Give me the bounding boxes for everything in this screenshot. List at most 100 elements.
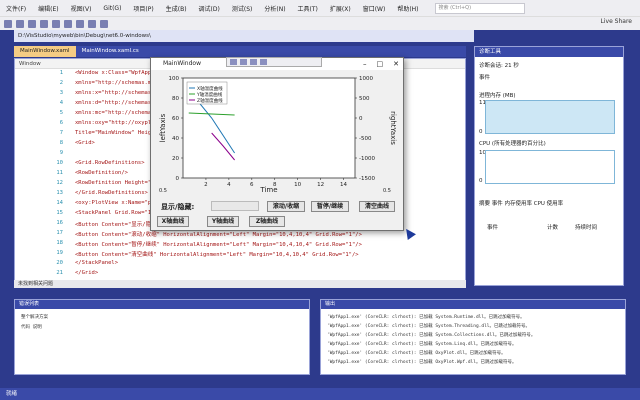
memory-label[interactable]: 进程内存 (MB) [479, 91, 516, 99]
duration-column: 持续时间 [575, 225, 598, 231]
x-curve-button[interactable]: X轴曲线 [157, 216, 189, 227]
menu-analyze[interactable]: 分析(N) [258, 4, 291, 13]
back-icon[interactable] [4, 19, 12, 28]
x-range-left-label: 0.5 [159, 188, 167, 194]
left-axis-title: leftYaxis [159, 113, 167, 142]
save-icon[interactable] [28, 19, 36, 28]
menu-tools[interactable]: 工具(T) [292, 4, 324, 13]
search-input[interactable]: 搜索 (Ctrl+Q) [434, 2, 525, 14]
left-tick-label: 60 [172, 116, 179, 122]
menu-bar: 文件(F) 编辑(E) 视图(V) Git(G) 项目(P) 生成(B) 调试(… [0, 0, 640, 16]
line-number: 20 [56, 260, 63, 266]
left-tick-label: 0 [176, 176, 180, 182]
line-number: 14 [56, 200, 63, 206]
menu-window[interactable]: 窗口(W) [357, 4, 392, 13]
stop-icon[interactable] [88, 19, 96, 28]
right-axis-title: rightYaxis [389, 111, 397, 145]
z-curve-button[interactable]: Z轴曲线 [249, 216, 285, 227]
output-line: 'WpfApp1.exe' (CoreCLR: clrhost): 已加载 Ox… [327, 360, 517, 365]
path-bar: D:\VisStudio\myweb\bin\Debug\net6.0-wind… [14, 30, 474, 42]
y-curve-button[interactable]: Y轴曲线 [207, 216, 239, 227]
maximize-icon[interactable]: □ [377, 58, 384, 70]
restart-icon[interactable] [100, 19, 108, 28]
code-line: <Button Content="暂停/继续" HorizontalAlignm… [75, 242, 362, 248]
right-tick-label: -500 [359, 136, 372, 142]
menu-project[interactable]: 项目(P) [127, 4, 159, 13]
tab-mainwindow-cs[interactable]: MainWindow.xaml.cs [76, 46, 145, 57]
legend-label: Z轴温度曲线 [197, 97, 223, 104]
menu-debug[interactable]: 调试(D) [193, 4, 226, 13]
scroll-shrink-button[interactable]: 滚动/收缩 [267, 201, 305, 212]
output-line: 'WpfApp1.exe' (CoreCLR: clrhost): 已加载 Sy… [327, 315, 525, 320]
left-tick-label: 80 [172, 96, 179, 102]
hot-reload-icon[interactable] [260, 59, 267, 65]
output-title[interactable]: 输出 [321, 300, 625, 309]
show-hide-label: 显示/隐藏: [161, 203, 195, 211]
session-text: 诊断会话: 21 秒 [479, 63, 519, 69]
display-adorners-icon[interactable] [240, 59, 247, 65]
right-tick-label: 500 [359, 96, 370, 102]
line-number: 2 [59, 80, 63, 86]
live-share-button[interactable]: Live Share [601, 18, 632, 25]
menu-test[interactable]: 测试(S) [226, 4, 259, 13]
pause-resume-button[interactable]: 暂停/继续 [311, 201, 349, 212]
output-panel: 输出 'WpfApp1.exe' (CoreCLR: clrhost): 已加载… [320, 299, 626, 375]
menu-view[interactable]: 视图(V) [65, 4, 98, 13]
code-line: </Grid> [75, 270, 99, 276]
app-main-window: MainWindow – □ ✕ 100 80 60 40 20 0 1000 500 0 -50… [150, 57, 404, 231]
clear-curves-button[interactable]: 清空曲线 [359, 201, 395, 212]
pause-icon[interactable] [76, 19, 84, 28]
code-line: <Grid.RowDefinitions> [75, 160, 145, 166]
line-number: 16 [56, 220, 63, 226]
line-number: 3 [59, 90, 63, 96]
error-scope[interactable]: 整个解决方案 [21, 314, 48, 320]
output-line: 'WpfApp1.exe' (CoreCLR: clrhost): 已加载 Sy… [327, 342, 517, 347]
menu-extensions[interactable]: 扩展(X) [324, 4, 357, 13]
left-tick-label: 40 [172, 136, 179, 142]
error-list-title[interactable]: 错误列表 [15, 300, 309, 309]
cpu-label[interactable]: CPU (所有处理器的百分比) [479, 139, 546, 147]
line-number-gutter: 1 2 3 4 5 6 7 8 9 10 11 12 13 14 15 16 17 18 19 20 21 [15, 70, 67, 282]
redo-icon[interactable] [52, 19, 60, 28]
menu-git[interactable]: Git(G) [97, 5, 127, 12]
line-number: 15 [56, 210, 63, 216]
error-list-panel: 错误列表 整个解决方案 代码 说明 [14, 299, 310, 375]
undo-icon[interactable] [40, 19, 48, 28]
track-focus-icon[interactable] [250, 59, 257, 65]
line-number: 11 [56, 170, 63, 176]
menu-file[interactable]: 文件(F) [0, 4, 32, 13]
output-line: 'WpfApp1.exe' (CoreCLR: clrhost): 已加载 Ox… [327, 351, 506, 356]
code-line: <Button Content="清空曲线" HorizontalAlignme… [75, 252, 359, 258]
line-number: 19 [56, 250, 63, 256]
code-line: <RowDefinition/> [75, 170, 128, 176]
forward-icon[interactable] [16, 19, 24, 28]
left-tick-label: 100 [169, 76, 180, 82]
line-number: 10 [56, 160, 63, 166]
menu-edit[interactable]: 编辑(E) [32, 4, 64, 13]
minimize-icon[interactable]: – [363, 58, 367, 70]
menu-help[interactable]: 帮助(H) [391, 4, 424, 13]
x-tick-label: 10 [294, 182, 301, 188]
line-number: 6 [59, 120, 63, 126]
cpu-graph [485, 150, 615, 184]
start-icon[interactable] [64, 19, 72, 28]
tab-mainwindow-xaml[interactable]: MainWindow.xaml [14, 46, 76, 57]
events-label[interactable]: 事件 [479, 73, 490, 81]
x-tick-label: 6 [250, 182, 254, 188]
xaml-debug-toolbar [226, 57, 322, 67]
diagnostic-tabs[interactable]: 摘要 事件 内存使用率 CPU 使用率 [479, 199, 563, 207]
menu-build[interactable]: 生成(B) [160, 4, 193, 13]
close-icon[interactable]: ✕ [393, 58, 399, 70]
editor-status: 未找到相关问题 [14, 280, 466, 288]
plot-view[interactable]: 10080604020010005000-500-1000-15002 4 6 8 10… [157, 74, 397, 194]
select-element-icon[interactable] [230, 59, 237, 65]
count-column: 计数 [547, 225, 559, 231]
code-line: </StackPanel> [75, 260, 119, 266]
show-hide-field[interactable] [211, 201, 259, 211]
legend-label: Y轴温度曲线 [196, 91, 223, 98]
line-number: 4 [59, 100, 63, 106]
status-bar: 就绪 [0, 388, 640, 400]
right-tick-label: 0 [359, 116, 363, 122]
error-columns: 代码 说明 [21, 325, 42, 330]
legend-label: X轴温度曲线 [197, 85, 223, 92]
